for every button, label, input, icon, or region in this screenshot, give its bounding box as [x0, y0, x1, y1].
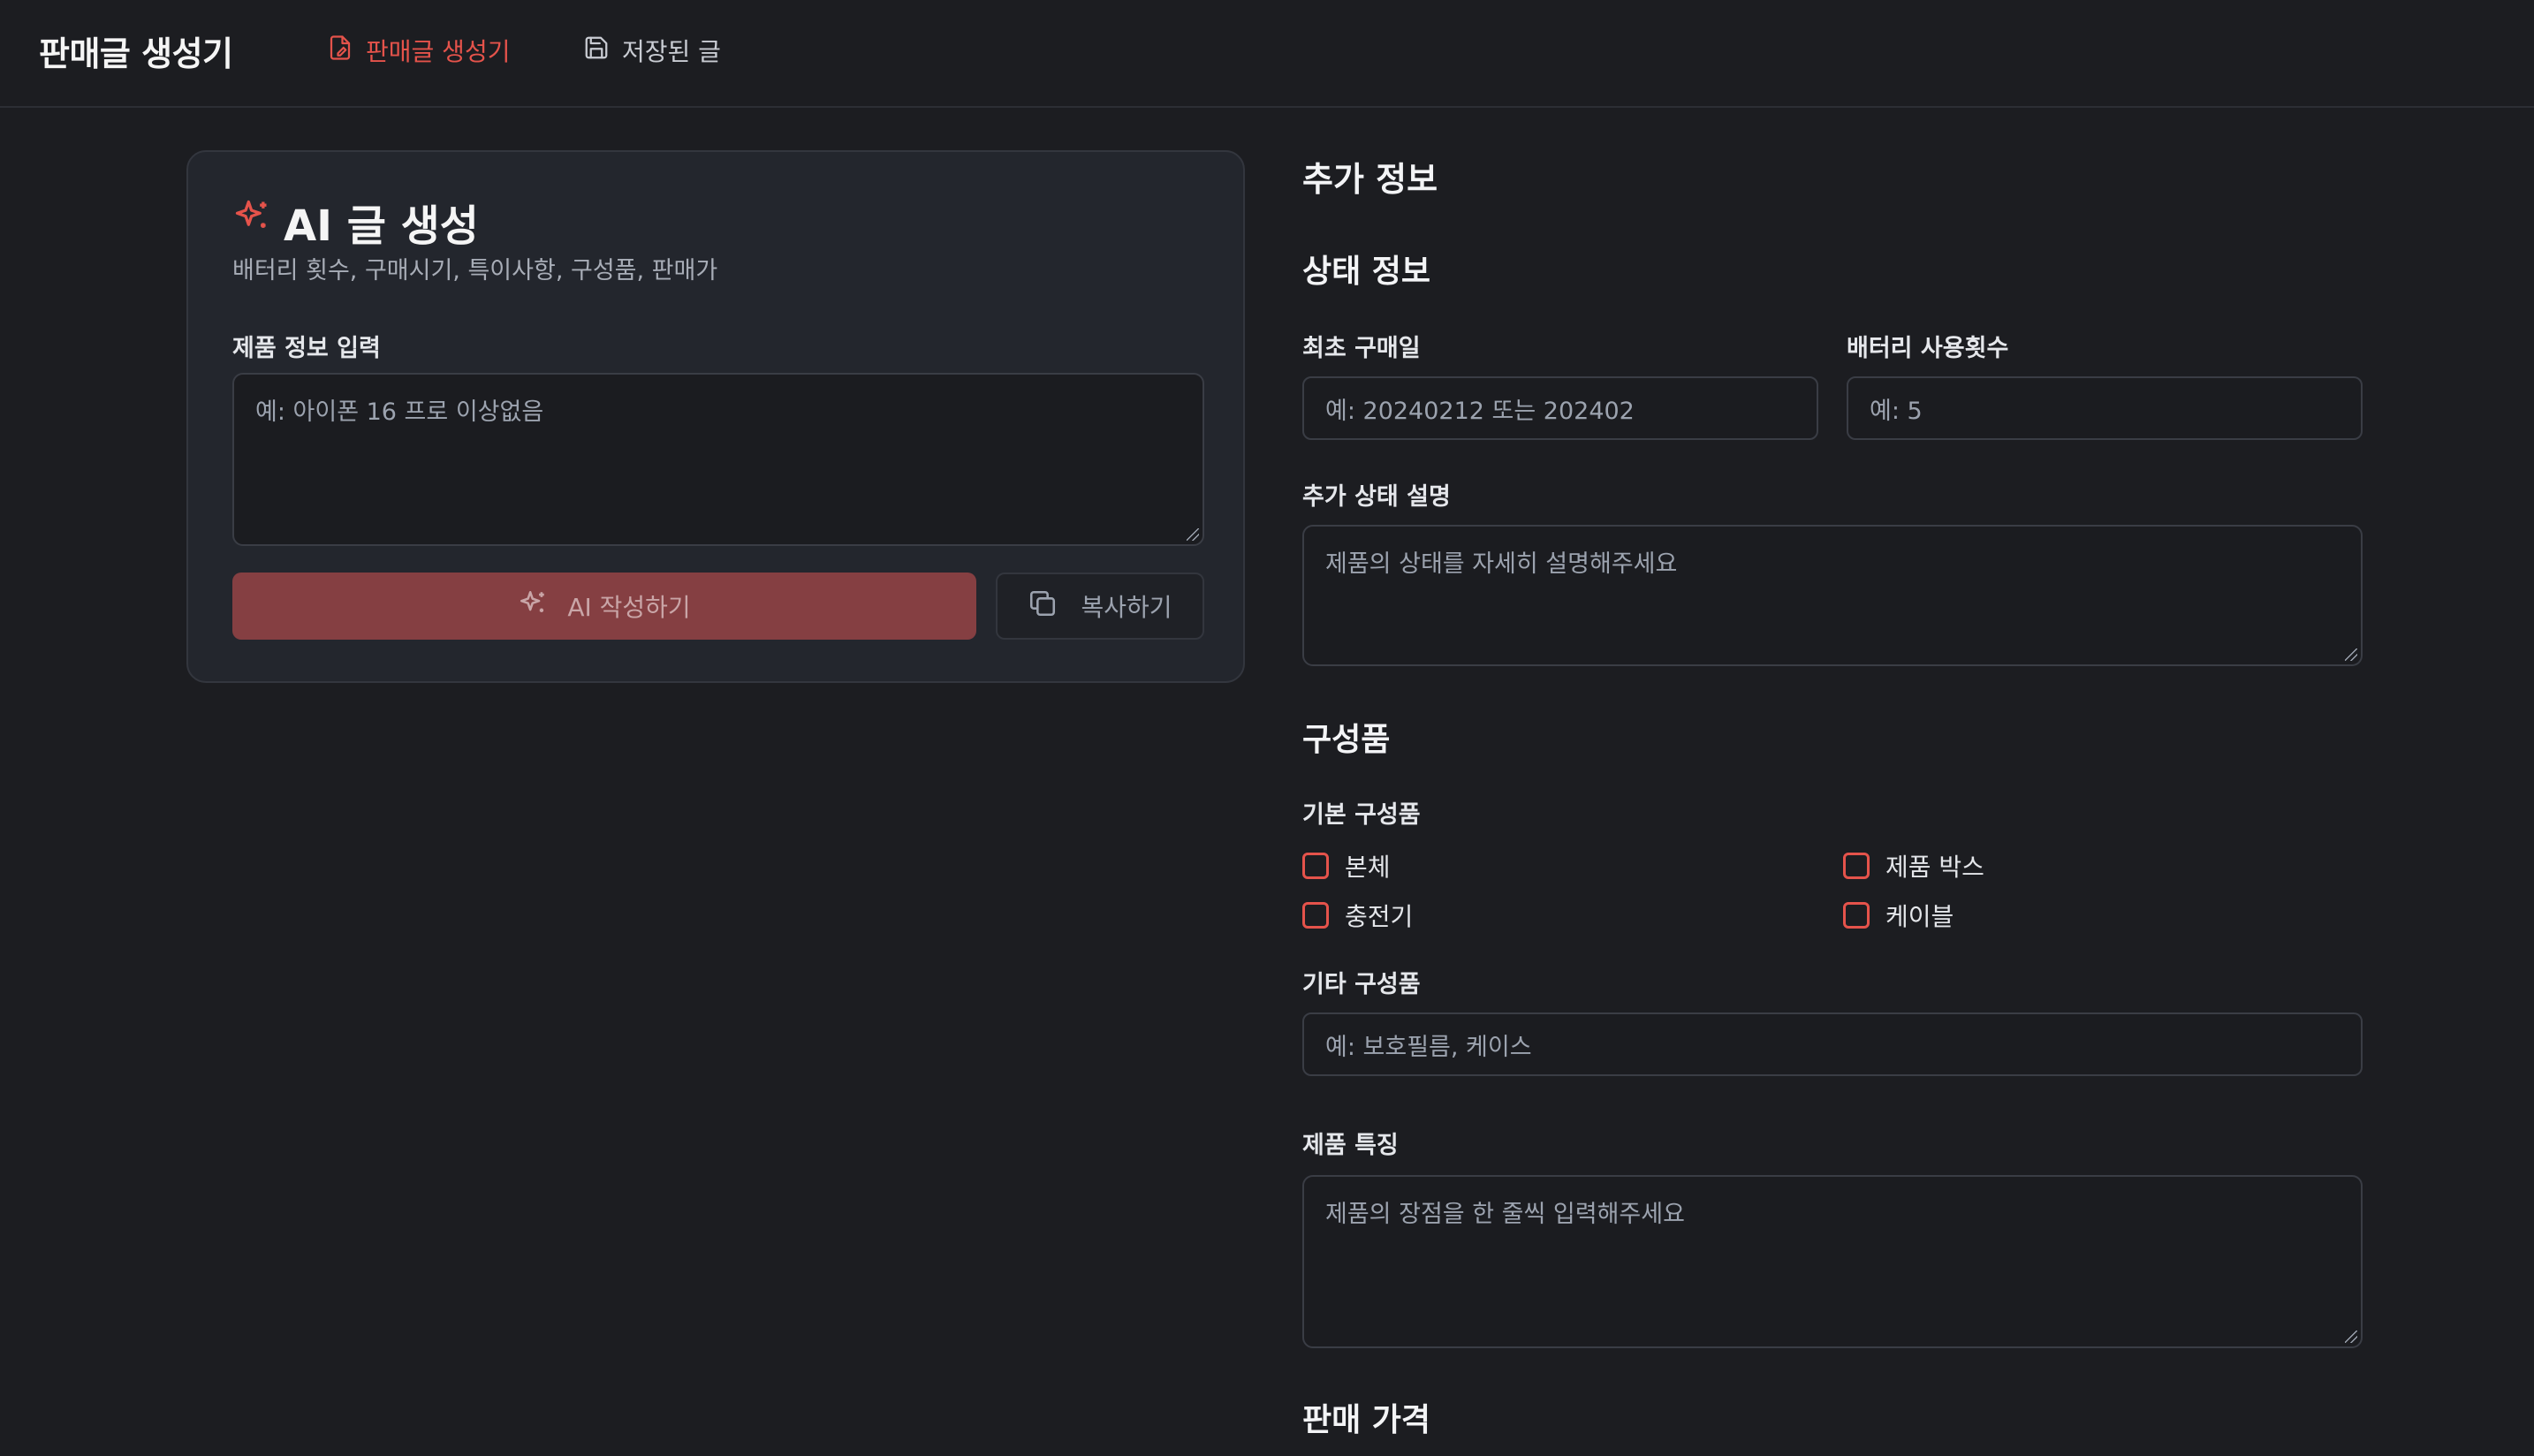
checkbox-icon[interactable] [1843, 853, 1870, 879]
purchase-date-label: 최초 구매일 [1302, 335, 1421, 362]
battery-count-input[interactable]: 예: 5 [1847, 376, 2363, 440]
document-edit-icon [327, 34, 353, 67]
copy-button-label: 복사하기 [1081, 593, 1172, 622]
status-description-placeholder: 제품의 상태를 자세히 설명해주세요 [1325, 550, 1678, 578]
product-info-label: 제품 정보 입력 [232, 335, 381, 362]
ai-generator-title: AI 글 생성 [232, 191, 479, 253]
sale-price-title: 판매 가격 [1302, 1402, 1431, 1438]
sparkles-icon [518, 588, 548, 625]
ai-write-button[interactable]: AI 작성하기 [232, 573, 976, 640]
copy-icon [1028, 588, 1058, 625]
features-label: 제품 특징 [1302, 1132, 1399, 1159]
product-info-textarea[interactable]: 예: 아이폰 16 프로 이상없음 [232, 373, 1204, 546]
checkbox-icon[interactable] [1302, 902, 1329, 929]
component-label-body: 본체 [1345, 853, 1391, 882]
checkbox-icon[interactable] [1302, 853, 1329, 879]
nav-item-generator-label: 판매글 생성기 [366, 37, 511, 66]
resize-handle-icon[interactable] [2345, 1331, 2357, 1343]
nav-item-saved[interactable]: 저장된 글 [583, 32, 721, 69]
resize-handle-icon[interactable] [2345, 648, 2357, 661]
features-textarea[interactable]: 제품의 장점을 한 줄씩 입력해주세요 [1302, 1175, 2363, 1348]
status-info-title: 상태 정보 [1302, 254, 1431, 290]
checkbox-icon[interactable] [1843, 902, 1870, 929]
purchase-date-placeholder: 예: 20240212 또는 202402 [1325, 397, 1635, 425]
resize-handle-icon[interactable] [1187, 528, 1199, 541]
top-navigation-bar: 판매글 생성기 판매글 생성기 저장된 글 [0, 0, 2534, 108]
ai-generator-card: AI 글 생성 배터리 횟수, 구매시기, 특이사항, 구성품, 판매가 제품 … [186, 150, 1245, 683]
component-label-cable: 케이블 [1885, 902, 1954, 931]
basic-components-label: 기본 구성품 [1302, 801, 1421, 829]
ai-generator-title-text: AI 글 생성 [284, 201, 479, 251]
component-checkbox-body[interactable]: 본체 [1302, 848, 1391, 883]
purchase-date-input[interactable]: 예: 20240212 또는 202402 [1302, 376, 1818, 440]
ai-write-button-label: AI 작성하기 [567, 593, 691, 622]
other-components-label: 기타 구성품 [1302, 971, 1421, 998]
component-checkbox-cable[interactable]: 케이블 [1843, 898, 1954, 933]
features-placeholder: 제품의 장점을 한 줄씩 입력해주세요 [1325, 1201, 1685, 1228]
other-components-placeholder: 예: 보호필름, 케이스 [1325, 1033, 1532, 1061]
product-info-placeholder: 예: 아이폰 16 프로 이상없음 [255, 398, 544, 426]
nav-item-saved-label: 저장된 글 [622, 37, 721, 66]
components-title: 구성품 [1302, 722, 1391, 758]
nav-item-generator[interactable]: 판매글 생성기 [327, 32, 510, 69]
other-components-input[interactable]: 예: 보호필름, 케이스 [1302, 1012, 2363, 1076]
battery-count-label: 배터리 사용횟수 [1847, 335, 2009, 362]
component-checkbox-box[interactable]: 제품 박스 [1843, 848, 1984, 883]
copy-button[interactable]: 복사하기 [996, 573, 1204, 640]
sparkles-icon [232, 197, 271, 246]
app-brand-title: 판매글 생성기 [39, 34, 233, 73]
battery-count-placeholder: 예: 5 [1870, 397, 1923, 425]
status-description-textarea[interactable]: 제품의 상태를 자세히 설명해주세요 [1302, 525, 2363, 666]
status-description-label: 추가 상태 설명 [1302, 483, 1451, 511]
component-label-charger: 충전기 [1345, 902, 1414, 931]
component-checkbox-charger[interactable]: 충전기 [1302, 898, 1413, 933]
extra-info-title: 추가 정보 [1302, 160, 1438, 199]
ai-generator-subtitle: 배터리 횟수, 구매시기, 특이사항, 구성품, 판매가 [232, 257, 718, 284]
save-icon [583, 34, 610, 67]
component-label-box: 제품 박스 [1885, 853, 1984, 882]
